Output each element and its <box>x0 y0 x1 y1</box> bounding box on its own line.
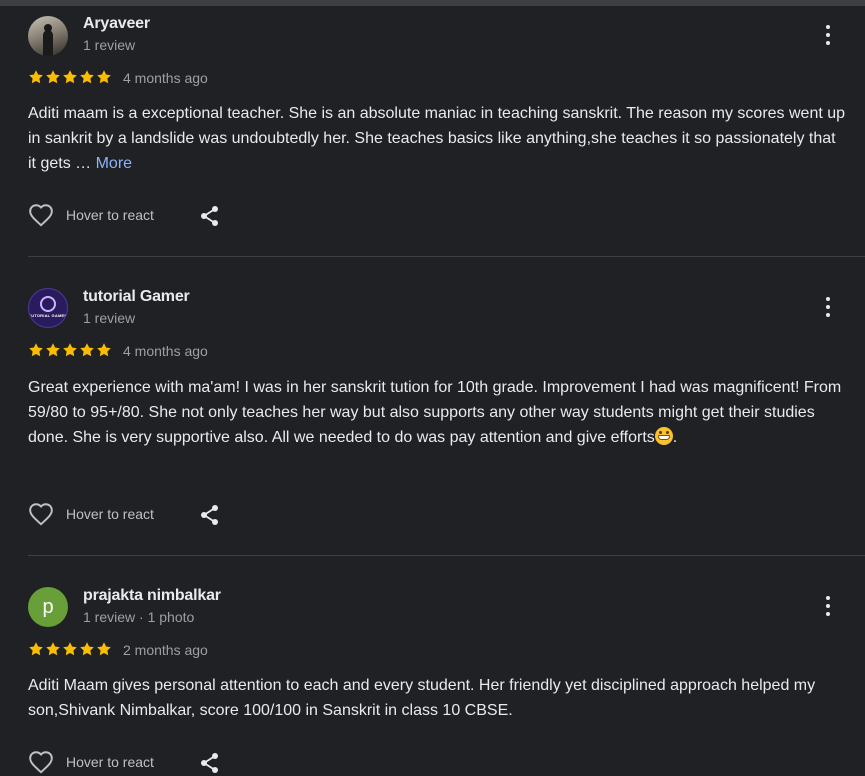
star-icon <box>96 641 112 657</box>
more-options-icon[interactable] <box>820 295 836 319</box>
share-icon[interactable] <box>199 503 221 527</box>
review-actions: Hover to react <box>28 502 228 528</box>
star-icon <box>45 342 61 358</box>
more-options-icon[interactable] <box>820 594 836 618</box>
reviewer-avatar[interactable]: TUTORIAL GAMER <box>28 288 68 328</box>
star-rating <box>28 641 112 657</box>
star-rating <box>28 342 112 358</box>
star-icon <box>79 641 95 657</box>
reviewer-meta: 1 review · 1 photo <box>83 609 195 625</box>
avatar-logo-text: TUTORIAL GAMER <box>28 313 68 318</box>
review-body-tail: . <box>672 429 678 446</box>
review-text: Aditi maam is a exceptional teacher. She… <box>28 101 848 176</box>
star-icon <box>96 342 112 358</box>
reviewer-meta: 1 review <box>83 310 136 326</box>
review-actions: Hover to react <box>28 750 228 776</box>
more-options-icon[interactable] <box>820 23 836 47</box>
divider <box>28 555 865 556</box>
star-icon <box>79 69 95 85</box>
star-icon <box>28 641 44 657</box>
grinning-face-icon <box>654 427 673 445</box>
star-icon <box>96 69 112 85</box>
avatar-letter: p <box>42 595 54 618</box>
react-label[interactable]: Hover to react <box>66 506 154 522</box>
reviewer-avatar[interactable] <box>28 16 68 56</box>
star-icon <box>45 69 61 85</box>
heart-icon[interactable] <box>28 203 54 229</box>
review-body: Great experience with ma'am! I was in he… <box>28 379 842 446</box>
star-icon <box>28 69 44 85</box>
more-link[interactable]: More <box>96 155 132 172</box>
star-icon <box>62 641 78 657</box>
heart-icon[interactable] <box>28 502 54 528</box>
star-icon <box>62 342 78 358</box>
review-body: Aditi Maam gives personal attention to e… <box>28 677 816 719</box>
top-bar <box>0 0 865 6</box>
divider <box>28 256 865 257</box>
logo-icon <box>40 296 56 312</box>
star-icon <box>45 641 61 657</box>
review-text: Great experience with ma'am! I was in he… <box>28 375 848 450</box>
star-icon <box>62 69 78 85</box>
reviewer-name[interactable]: tutorial Gamer <box>83 288 190 306</box>
reviewer-name[interactable]: Aryaveer <box>83 15 150 33</box>
star-icon <box>28 342 44 358</box>
reviewer-meta: 1 review <box>83 37 136 53</box>
reviewer-avatar[interactable]: p <box>28 587 68 627</box>
heart-icon[interactable] <box>28 750 54 776</box>
star-rating <box>28 69 112 85</box>
react-label[interactable]: Hover to react <box>66 754 154 770</box>
review-time: 4 months ago <box>123 343 208 359</box>
review-time: 4 months ago <box>123 70 208 86</box>
share-icon[interactable] <box>199 751 221 775</box>
react-label[interactable]: Hover to react <box>66 207 154 223</box>
reviewer-name[interactable]: prajakta nimbalkar <box>83 587 221 605</box>
review-time: 2 months ago <box>123 642 208 658</box>
share-icon[interactable] <box>199 204 221 228</box>
review-body: Aditi maam is a exceptional teacher. She… <box>28 105 846 172</box>
review-actions: Hover to react <box>28 203 228 229</box>
star-icon <box>79 342 95 358</box>
review-text: Aditi Maam gives personal attention to e… <box>28 673 848 723</box>
